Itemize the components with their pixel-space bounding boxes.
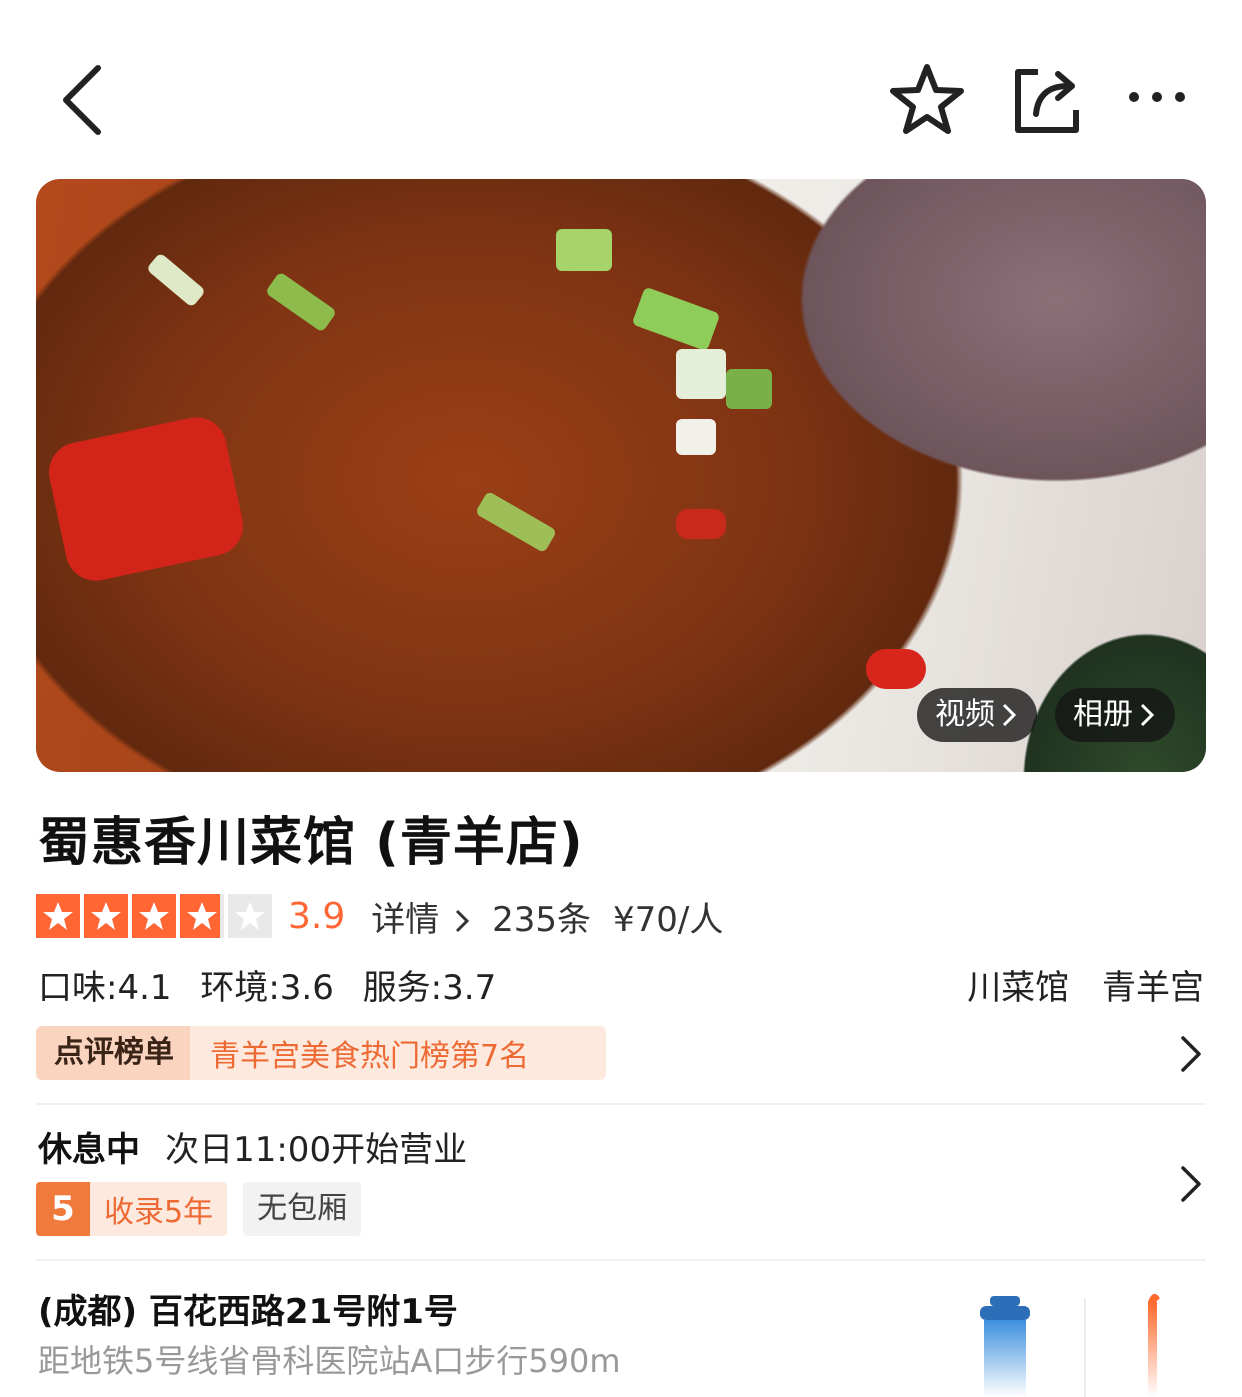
share-icon[interactable]: [1010, 64, 1084, 136]
years-text: 收录5年: [104, 1195, 214, 1230]
hours-status: 休息中: [38, 1130, 140, 1170]
details-label: 详情: [371, 899, 440, 940]
rating-star: [36, 894, 80, 938]
chevron-right-icon[interactable]: [1178, 1034, 1204, 1074]
chevron-right-icon[interactable]: [1178, 1164, 1204, 1204]
section-divider: [36, 1103, 1206, 1105]
sub-score-row: 口味:4.1 环境:3.6 服务:3.7 川菜馆 青羊宫: [38, 960, 1204, 1009]
address-line[interactable]: (成都) 百花西路21号附1号: [38, 1284, 458, 1333]
years-number: 5: [36, 1182, 90, 1236]
garnish-decor: [145, 252, 207, 308]
video-button[interactable]: 视频: [917, 688, 1037, 742]
garnish-decor: [264, 271, 338, 333]
star-outline-icon[interactable]: [888, 62, 966, 136]
sub-scores: 口味:4.1 环境:3.6 服务:3.7: [38, 960, 514, 1009]
chevron-right-icon: [1140, 703, 1155, 727]
ranking-text: 青羊宫美食热门榜第7名: [210, 1039, 530, 1074]
shop-name: 蜀惠香川菜馆 (青羊店): [38, 813, 584, 873]
service-score: 服务:3.7: [362, 968, 497, 1008]
category-tags: 川菜馆 青羊宫: [945, 960, 1204, 1009]
garnish-decor: [474, 490, 558, 554]
rating-star: [228, 894, 272, 938]
details-link[interactable]: 详情: [371, 892, 470, 941]
navigation-icon[interactable]: [1138, 1288, 1168, 1397]
garnish-decor: [676, 419, 716, 455]
garnish-decor: [631, 286, 721, 352]
rating-star: [180, 894, 224, 938]
ranking-label: 点评榜单: [36, 1026, 190, 1080]
shop-detail-page: 视频 相册 蜀惠香川菜馆 (青羊店) 3.9 详情 235条 ¥70/人 口味:…: [0, 0, 1242, 1397]
more-dots-icon[interactable]: [1122, 80, 1192, 114]
price-per-person: ¥70/人: [612, 899, 724, 940]
garnish-decor: [43, 411, 249, 587]
chevron-right-icon: [1002, 703, 1017, 727]
garnish-decor: [676, 509, 726, 539]
star-rating: [36, 894, 276, 938]
metro-distance: 距地铁5号线省骨科医院站A口步行590m: [38, 1342, 621, 1380]
garnish-decor: [726, 369, 772, 409]
years-badge: 5 收录5年: [36, 1182, 228, 1236]
no-private-room-badge: 无包厢: [243, 1182, 362, 1236]
rating-star: [132, 894, 176, 938]
garnish-decor: [556, 229, 612, 271]
taxi-icon[interactable]: [976, 1294, 1034, 1397]
review-count[interactable]: 235条: [492, 892, 591, 941]
hours-text: 次日11:00开始营业: [165, 1130, 468, 1170]
garnish-decor: [676, 349, 726, 399]
rating-score: 3.9: [288, 895, 346, 937]
video-label: 视频: [935, 697, 995, 732]
garnish-decor: [866, 649, 926, 689]
album-label: 相册: [1073, 697, 1133, 732]
area-tag[interactable]: 青羊宫: [1102, 968, 1204, 1008]
rating-star: [84, 894, 128, 938]
top-nav-bar: [0, 0, 1242, 170]
chevron-right-icon: [456, 909, 470, 933]
feature-badges: 5 收录5年 无包厢: [36, 1182, 362, 1236]
section-divider: [36, 1259, 1206, 1261]
taste-score: 口味:4.1: [38, 968, 172, 1008]
album-button[interactable]: 相册: [1055, 688, 1175, 742]
hero-photo[interactable]: 视频 相册: [36, 179, 1206, 772]
category-tag[interactable]: 川菜馆: [967, 968, 1069, 1008]
back-arrow-icon[interactable]: [52, 60, 112, 140]
ranking-banner[interactable]: 点评榜单 青羊宫美食热门榜第7名: [36, 1026, 606, 1080]
rating-row: 3.9 详情 235条 ¥70/人: [36, 892, 745, 940]
action-divider: [1084, 1298, 1086, 1397]
environment-score: 环境:3.6: [200, 968, 334, 1008]
business-hours[interactable]: 休息中 次日11:00开始营业: [38, 1122, 467, 1171]
